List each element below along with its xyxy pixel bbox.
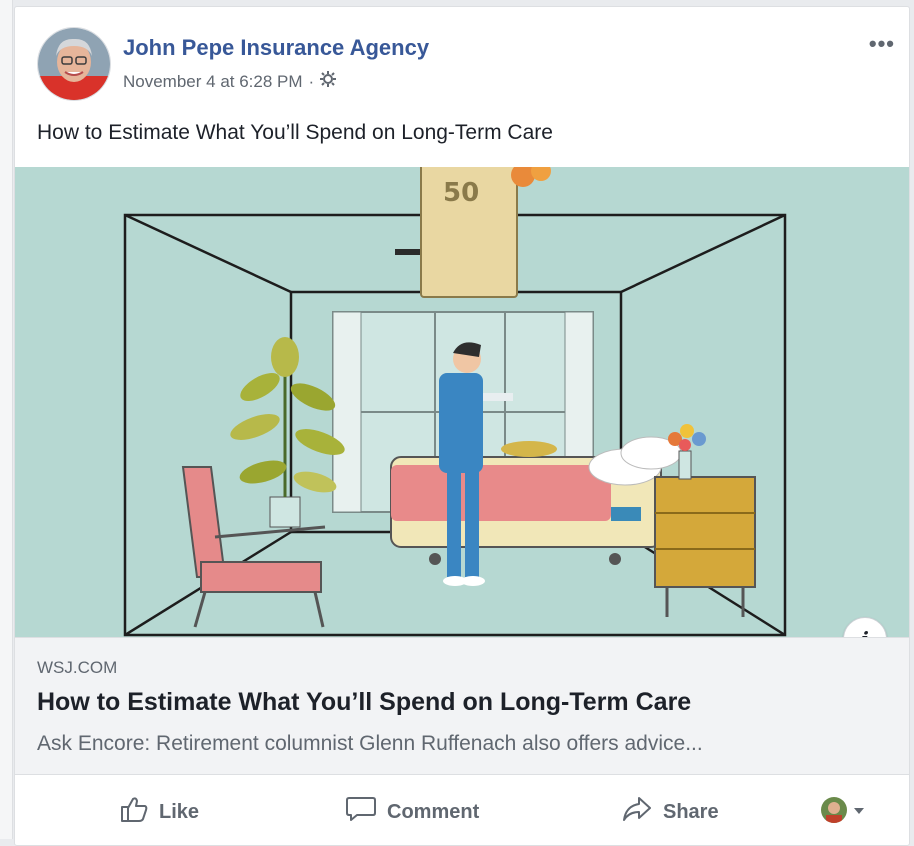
comment-label: Comment (387, 800, 480, 823)
comment-icon (345, 795, 377, 829)
author-avatar[interactable] (37, 27, 111, 101)
gear-icon[interactable] (320, 71, 337, 92)
share-label: Share (663, 800, 719, 823)
link-preview[interactable]: WSJ.COM How to Estimate What You’ll Spen… (15, 637, 909, 775)
meta-separator: · (308, 71, 315, 91)
more-options-button[interactable]: ••• (869, 31, 895, 57)
post-actions: Like Comment Share (15, 775, 909, 845)
chevron-down-icon (853, 799, 865, 822)
money-label: 50 (443, 178, 479, 208)
author-name-link[interactable]: John Pepe Insurance Agency (123, 35, 429, 61)
link-domain: WSJ.COM (37, 658, 118, 677)
share-button[interactable]: Share (621, 795, 719, 829)
link-description: Ask Encore: Retirement columnist Glenn R… (37, 732, 703, 755)
react-as-selector[interactable] (821, 797, 865, 823)
post-meta: November 4 at 6:28 PM · (123, 71, 337, 92)
like-label: Like (159, 800, 200, 823)
thumbs-up-icon (119, 795, 149, 829)
post-text: How to Estimate What You’ll Spend on Lon… (37, 121, 553, 144)
link-title[interactable]: How to Estimate What You’ll Spend on Lon… (37, 688, 691, 717)
like-button[interactable]: Like (119, 795, 199, 829)
share-icon (621, 795, 653, 829)
page-left-edge (0, 0, 13, 839)
post-timestamp[interactable]: November 4 at 6:28 PM (123, 72, 303, 92)
link-preview-image[interactable]: 50 (15, 156, 909, 637)
profile-avatar-icon (821, 797, 847, 823)
comment-button[interactable]: Comment (345, 795, 479, 829)
post-card: John Pepe Insurance Agency November 4 at… (14, 6, 910, 846)
